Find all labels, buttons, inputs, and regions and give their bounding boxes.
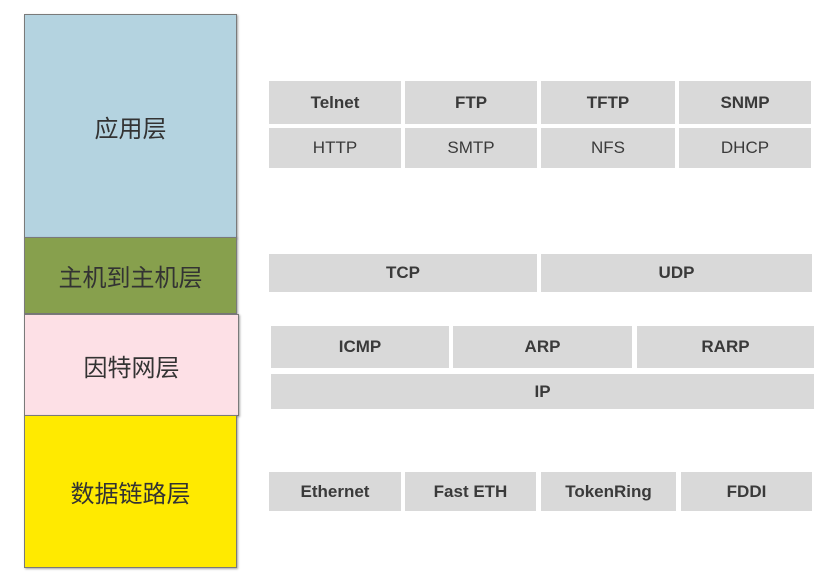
layer-host-to-host: 主机到主机层 [24,237,237,314]
protocol-cell: HTTP [269,128,401,168]
protocol-cell: SNMP [679,81,811,124]
protocol-label: TCP [386,263,420,282]
protocol-label: Telnet [310,92,360,112]
protocol-label: DHCP [720,138,770,157]
protocol-cell: Fast ETH [405,472,536,511]
protocol-cell: DHCP [679,128,811,168]
protocol-cell: Ethernet [269,472,401,511]
protocol-cell: ICMP [271,326,449,368]
protocol-label: Ethernet [300,481,370,501]
protocol-label: ICMP [338,337,382,356]
protocol-cell: ARP [453,326,632,368]
protocol-label: HTTP [312,138,358,157]
protocol-cell: TFTP [541,81,675,124]
protocol-label: ARP [524,337,561,356]
protocol-label: UDP [658,263,695,282]
protocol-label: Fast ETH [433,481,508,501]
protocol-cell: TokenRing [541,472,676,511]
protocol-label: RARP [701,337,750,356]
layer-application-label: 应用层 [94,114,167,143]
protocol-label: SMTP [447,138,495,157]
protocol-cell: NFS [541,128,675,168]
protocol-label: TFTP [586,92,630,112]
layer-internet-label: 因特网层 [83,353,180,382]
protocol-cell: IP [271,374,814,409]
layer-datalink-label: 数据链路层 [70,480,191,508]
protocol-cell: UDP [541,254,812,292]
protocol-label: FTP [454,92,488,112]
protocol-cell: FDDI [681,472,812,511]
layer-datalink: 数据链路层 [24,415,237,568]
protocol-cell: Telnet [269,81,401,124]
protocol-cell: RARP [637,326,814,368]
layer-internet: 因特网层 [24,314,239,416]
protocol-cell: FTP [405,81,537,124]
protocol-label: NFS [591,138,625,157]
protocol-label: FDDI [726,481,767,501]
protocol-label: IP [534,381,551,401]
layer-host-to-host-label: 主机到主机层 [58,264,203,292]
protocol-label: SNMP [720,92,770,112]
protocol-cell: TCP [269,254,537,292]
protocol-cell: SMTP [405,128,537,168]
layer-application: 应用层 [24,14,237,238]
protocol-label: TokenRing [565,481,652,501]
